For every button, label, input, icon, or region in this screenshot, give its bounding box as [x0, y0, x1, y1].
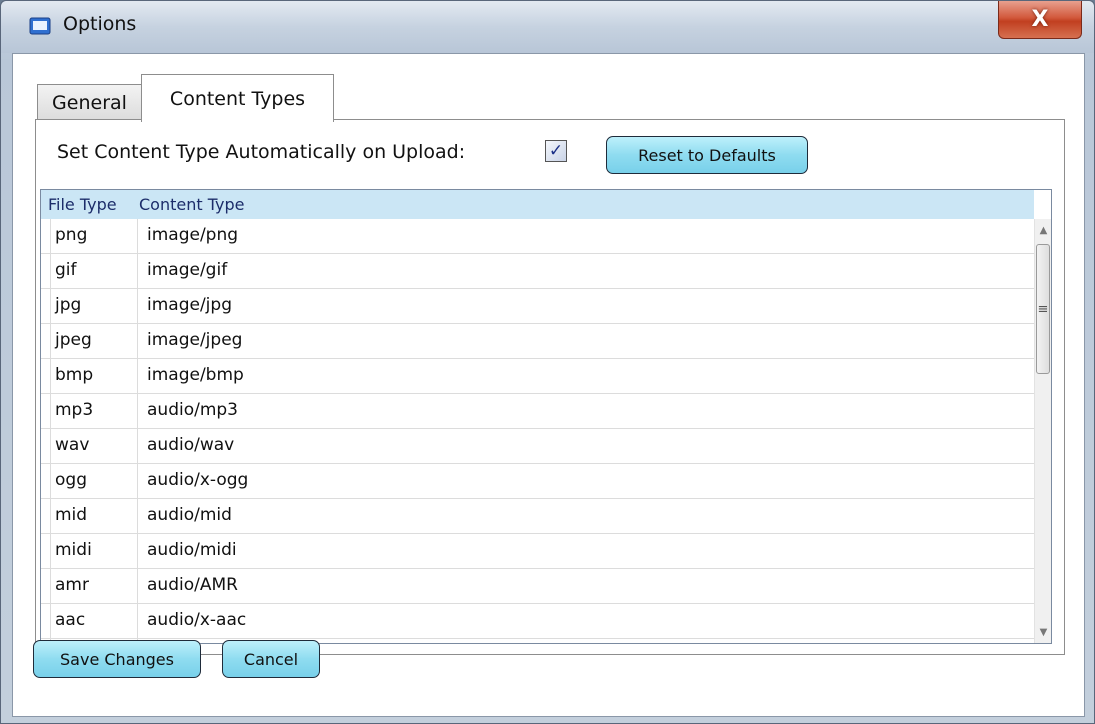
content-types-grid: File Type Content Type png image/png gif… [40, 189, 1052, 644]
content-type-cell[interactable]: image/png [147, 225, 238, 245]
dialog-body: General Content Types Set Content Type A… [12, 53, 1085, 717]
table-row[interactable]: midi audio/midi [41, 534, 1034, 569]
file-type-cell[interactable]: ogg [55, 470, 87, 490]
file-type-cell[interactable]: wav [55, 435, 89, 455]
close-button[interactable]: X [998, 1, 1082, 39]
table-row[interactable]: amr audio/AMR [41, 569, 1034, 604]
column-header-file-type[interactable]: File Type [48, 195, 117, 214]
save-changes-button[interactable]: Save Changes [33, 640, 201, 678]
title-bar[interactable]: Options X [1, 1, 1094, 53]
save-changes-label: Save Changes [60, 649, 174, 669]
content-type-cell[interactable]: image/bmp [147, 365, 244, 385]
window-title: Options [63, 13, 137, 35]
file-type-cell[interactable]: mid [55, 505, 87, 525]
reset-to-defaults-label: Reset to Defaults [638, 145, 776, 165]
file-type-cell[interactable]: jpg [55, 295, 81, 315]
file-type-cell[interactable]: jpeg [55, 330, 92, 350]
file-type-cell[interactable]: aac [55, 610, 85, 630]
table-row[interactable]: jpg image/jpg [41, 289, 1034, 324]
scroll-thumb[interactable]: ≡ [1036, 244, 1050, 374]
checkmark-icon: ✓ [548, 140, 564, 161]
content-type-cell[interactable]: audio/mp3 [147, 400, 238, 420]
options-window: Options X General Content Types Set Cont… [0, 0, 1095, 724]
file-type-cell[interactable]: midi [55, 540, 92, 560]
content-type-cell[interactable]: image/jpg [147, 295, 232, 315]
table-row[interactable]: mp3 audio/mp3 [41, 394, 1034, 429]
tab-general-label: General [52, 91, 127, 114]
table-row[interactable]: png image/png [41, 219, 1034, 254]
content-type-cell[interactable]: audio/x-ogg [147, 470, 248, 490]
column-header-content-type[interactable]: Content Type [139, 195, 244, 214]
grip-icon: ≡ [1037, 301, 1049, 317]
auto-content-type-checkbox[interactable]: ✓ [545, 140, 567, 162]
tab-content-types[interactable]: Content Types [141, 74, 334, 122]
content-type-cell[interactable]: audio/wav [147, 435, 234, 455]
scroll-up-arrow-icon[interactable]: ▲ [1035, 222, 1051, 239]
cancel-button[interactable]: Cancel [222, 640, 320, 678]
cancel-label: Cancel [243, 649, 299, 669]
close-icon: X [1031, 7, 1049, 32]
grid-header: File Type Content Type [41, 190, 1051, 219]
file-type-cell[interactable]: amr [55, 575, 89, 595]
reset-to-defaults-button[interactable]: Reset to Defaults [606, 136, 808, 174]
table-row[interactable]: aac audio/x-aac [41, 604, 1034, 639]
content-type-cell[interactable]: audio/mid [147, 505, 232, 525]
file-type-cell[interactable]: gif [55, 260, 77, 280]
table-row[interactable]: ogg audio/x-ogg [41, 464, 1034, 499]
content-types-panel: Set Content Type Automatically on Upload… [35, 119, 1065, 655]
tab-content-types-label: Content Types [169, 87, 306, 110]
content-type-cell[interactable]: image/gif [147, 260, 227, 280]
content-type-cell[interactable]: audio/midi [147, 540, 237, 560]
auto-content-type-label: Set Content Type Automatically on Upload… [57, 141, 466, 163]
window-app-icon [29, 17, 51, 35]
table-row[interactable]: mid audio/mid [41, 499, 1034, 534]
table-row[interactable]: bmp image/bmp [41, 359, 1034, 394]
content-type-cell[interactable]: audio/AMR [147, 575, 238, 595]
file-type-cell[interactable]: png [55, 225, 87, 245]
content-type-cell[interactable]: audio/x-aac [147, 610, 246, 630]
tab-general[interactable]: General [37, 84, 142, 120]
scroll-down-arrow-icon[interactable]: ▼ [1035, 624, 1051, 641]
grid-rows: png image/png gif image/gif jpg image/jp… [41, 219, 1034, 639]
content-type-cell[interactable]: image/jpeg [147, 330, 242, 350]
file-type-cell[interactable]: bmp [55, 365, 93, 385]
table-row[interactable]: gif image/gif [41, 254, 1034, 289]
table-row[interactable]: jpeg image/jpeg [41, 324, 1034, 359]
table-row[interactable]: wav audio/wav [41, 429, 1034, 464]
file-type-cell[interactable]: mp3 [55, 400, 93, 420]
vertical-scrollbar[interactable]: ▲ ≡ ▼ [1034, 219, 1051, 643]
